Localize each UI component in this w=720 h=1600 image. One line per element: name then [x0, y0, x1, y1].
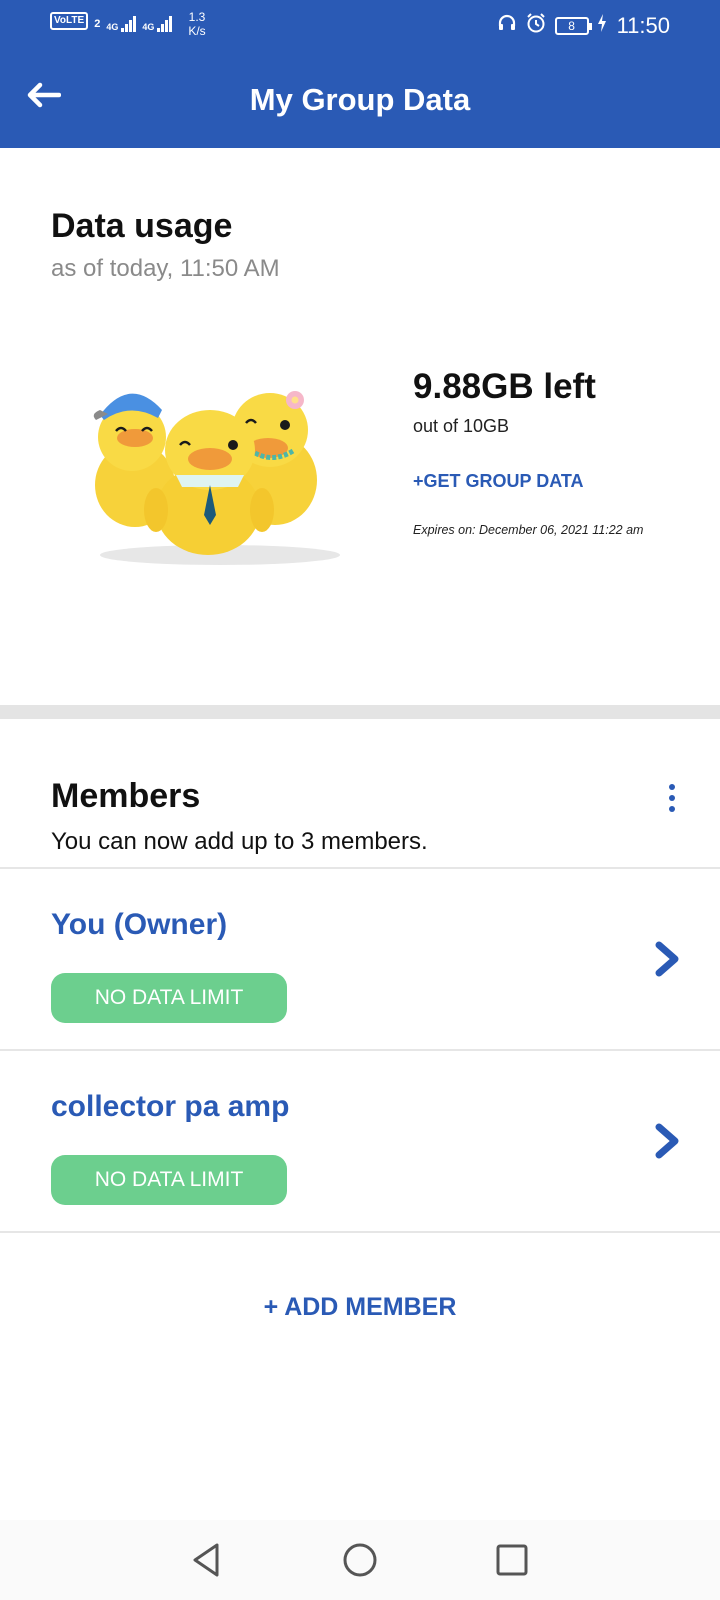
status-left: VoLTE 2 4G 4G 1.3 K/s: [50, 10, 206, 38]
member-name: collector pa amp: [51, 1090, 290, 1123]
clock: 11:50: [616, 12, 670, 38]
home-circle-icon[interactable]: [338, 1538, 382, 1582]
add-member-button[interactable]: + ADD MEMBER: [0, 1290, 720, 1324]
speed-unit: K/s: [188, 24, 206, 38]
member-name: You (Owner): [51, 908, 228, 941]
data-limit-badge: NO DATA LIMIT: [51, 973, 287, 1023]
sim-label: 2: [94, 18, 101, 30]
members-subtitle: You can now add up to 3 members.: [51, 828, 428, 855]
system-nav-bar: [0, 1520, 720, 1600]
chevron-right-icon: [650, 1121, 684, 1161]
speed-value: 1.3: [188, 10, 206, 24]
network-type-label: 4G: [106, 22, 119, 32]
network-type-label: 4G: [142, 22, 155, 32]
signal-icon: 4G: [106, 16, 137, 32]
back-triangle-icon[interactable]: [184, 1538, 228, 1582]
charging-icon: [597, 14, 607, 37]
more-vertical-icon[interactable]: [654, 776, 690, 820]
alarm-icon: [525, 12, 547, 39]
data-limit-badge: NO DATA LIMIT: [51, 1155, 287, 1205]
battery-icon: 8: [554, 16, 592, 35]
divider: [0, 1231, 720, 1233]
signal-icon: 4G: [142, 16, 173, 32]
get-group-data-link[interactable]: +GET GROUP DATA: [413, 469, 584, 493]
volte-icon: VoLTE: [50, 12, 89, 30]
member-row-owner[interactable]: You (Owner) NO DATA LIMIT: [0, 869, 720, 1047]
members-heading: Members: [51, 777, 201, 815]
headphones-icon: [497, 13, 517, 38]
status-right: 8 11:50: [497, 12, 670, 39]
app-bar: VoLTE 2 4G 4G 1.3 K/s 8 11:50 My Group D…: [0, 0, 720, 148]
data-usage-heading: Data usage: [51, 207, 233, 245]
expiry-date: Expires on: December 06, 2021 11:22 am: [413, 523, 644, 537]
network-speed: 1.3 K/s: [188, 10, 205, 38]
status-bar: VoLTE 2 4G 4G 1.3 K/s 8 11:50: [0, 0, 720, 50]
section-divider: [0, 705, 720, 719]
ducks-family-illustration: [90, 375, 350, 570]
data-remaining: 9.88GB left: [413, 367, 596, 406]
chevron-right-icon: [650, 939, 684, 979]
data-total: out of 10GB: [413, 416, 510, 436]
member-row-collector[interactable]: collector pa amp NO DATA LIMIT: [0, 1051, 720, 1229]
as-of-timestamp: as of today, 11:50 AM: [51, 255, 280, 282]
recents-square-icon[interactable]: [490, 1538, 534, 1582]
page-title: My Group Data: [249, 82, 471, 117]
